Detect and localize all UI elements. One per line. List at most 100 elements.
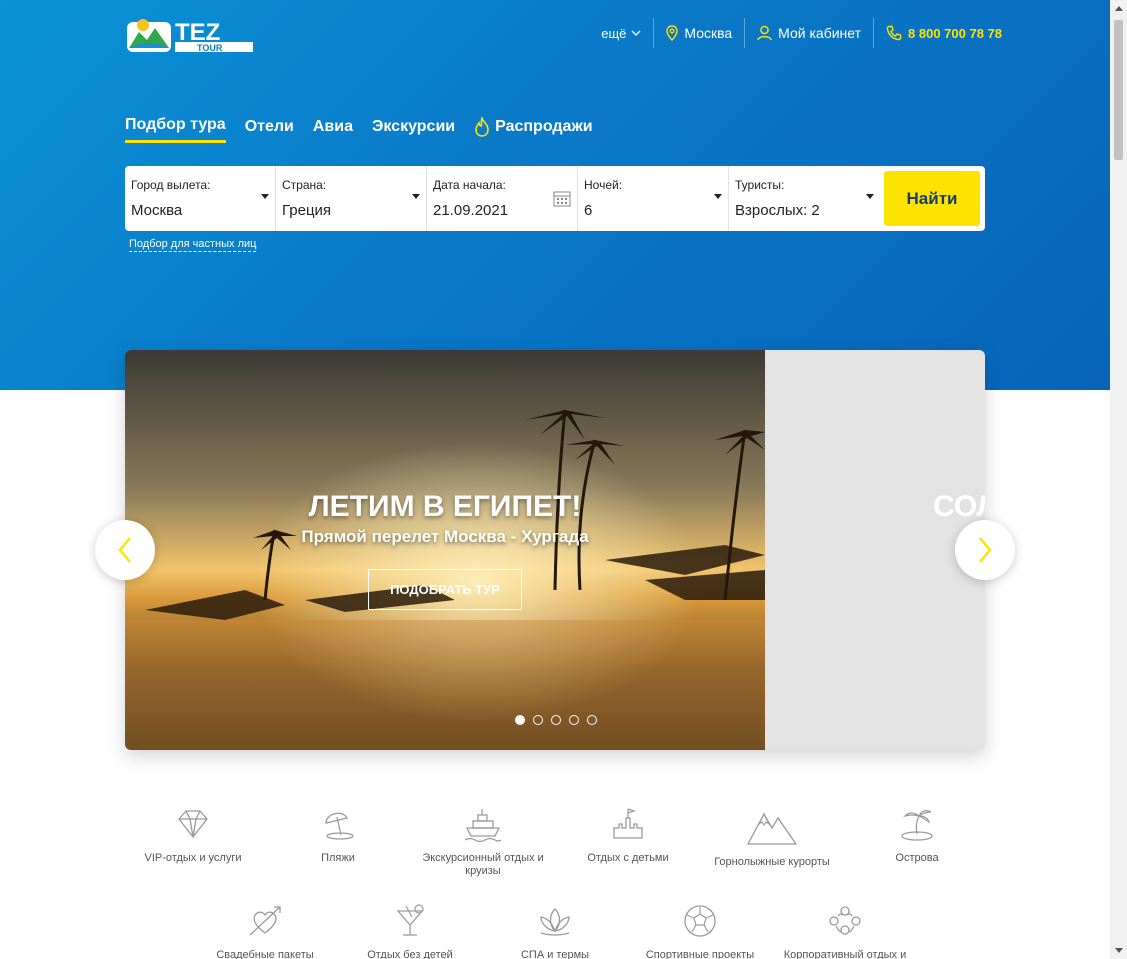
category-spa[interactable]: СПА и термы: [480, 903, 630, 959]
cabinet-link[interactable]: Мой кабинет: [744, 18, 873, 48]
more-label: ещё: [601, 25, 627, 41]
main-tabs: Подбор тура Отели Авиа Экскурсии Распрод…: [125, 116, 612, 143]
category-label: Острова: [895, 852, 939, 864]
field-label: Туристы:: [735, 178, 785, 192]
group-icon: [829, 906, 861, 935]
tab-tour-search[interactable]: Подбор тура: [125, 116, 226, 143]
field-value: Москва: [131, 202, 183, 219]
beach-umbrella-icon: [325, 812, 354, 840]
cocktail-icon: [396, 904, 424, 936]
tab-label: Подбор тура: [125, 116, 226, 133]
slider-dot[interactable]: [515, 715, 525, 725]
city-label: Москва: [684, 25, 733, 41]
dropdown-caret-icon: [866, 194, 874, 199]
category-label: Горнолыжные курорты: [714, 856, 830, 868]
category-kids[interactable]: Отдых с детьми: [553, 806, 703, 865]
category-label: Корпоративный отдых и: [783, 949, 907, 959]
scroll-up-arrow-icon[interactable]: [1115, 6, 1123, 11]
tourists-select[interactable]: Туристы: Взрослых: 2: [729, 166, 880, 231]
category-islands[interactable]: Острова: [842, 806, 992, 865]
slide-subtitle: Прямой перелет Москва - Хургада: [301, 527, 589, 546]
choose-tour-button[interactable]: ПОДОБРАТЬ ТУР: [368, 569, 522, 610]
calendar-icon[interactable]: [553, 189, 571, 207]
chevron-right-icon: [979, 537, 992, 563]
slider-dot[interactable]: [551, 715, 561, 725]
phone-number: 8 800 700 78 78: [908, 25, 1002, 41]
ball-icon: [684, 905, 716, 937]
tab-label: Авиа: [312, 117, 353, 135]
field-label: Дата начала:: [433, 178, 506, 192]
category-label: Экскурсионный отдых и круизы: [422, 852, 544, 877]
category-sport[interactable]: Спортивные проекты: [625, 903, 775, 959]
nights-select[interactable]: Ночей: 6: [578, 166, 729, 231]
tab-avia[interactable]: Авиа: [313, 118, 353, 142]
category-label: VIP-отдых и услуги: [144, 852, 242, 864]
tab-excursions[interactable]: Экскурсии: [372, 118, 455, 142]
cabinet-label: Мой кабинет: [778, 25, 862, 41]
promo-slider: ЛЕТИМ В ЕГИПЕТ! Прямой перелет Москва - …: [125, 350, 985, 750]
category-label: Отдых с детьми: [587, 852, 669, 864]
scroll-thumb[interactable]: [1114, 20, 1123, 160]
lotus-icon: [540, 908, 570, 936]
field-value: 6: [584, 202, 593, 219]
tez-tour-logo[interactable]: TEZ TOUR: [125, 14, 257, 54]
top-nav: ещё Москва Мой кабинет 8 800 700 78 78: [589, 18, 1002, 48]
category-wedding[interactable]: Свадебные пакеты: [190, 903, 340, 959]
category-label: Свадебные пакеты: [216, 949, 314, 959]
field-value: 21.09.2021: [433, 202, 509, 219]
departure-city-select[interactable]: Город вылета: Москва: [125, 166, 276, 231]
diamond-icon: [178, 810, 208, 839]
field-label: Ночей:: [584, 178, 623, 192]
user-icon: [757, 25, 772, 41]
category-label: Спортивные проекты: [645, 949, 755, 959]
tour-search-form: Город вылета: Москва Страна: Греция Дата…: [125, 166, 985, 231]
private-search-link[interactable]: Подбор для частных лиц: [129, 238, 257, 252]
scroll-down-arrow-icon[interactable]: [1115, 948, 1123, 953]
slider-dots: [515, 715, 605, 725]
dropdown-caret-icon: [714, 194, 722, 199]
heart-arrow-icon: [249, 906, 281, 936]
more-menu[interactable]: ещё: [589, 18, 653, 48]
location-pin-icon: [666, 25, 679, 41]
ship-icon: [464, 809, 502, 842]
field-label: Страна:: [282, 178, 327, 192]
slide-title: ЛЕТИМ В ЕГИПЕТ!: [308, 490, 582, 523]
category-ski[interactable]: Горнолыжные курорты: [697, 806, 847, 869]
slider-dot[interactable]: [569, 715, 579, 725]
category-label: Пляжи: [321, 852, 355, 864]
category-excursions-cruises[interactable]: Экскурсионный отдых и круизы: [408, 806, 558, 878]
tab-hotels[interactable]: Отели: [245, 118, 294, 142]
slider-prev-button[interactable]: [95, 520, 155, 580]
slider-dot[interactable]: [533, 715, 543, 725]
next-slide-peek-title: СОЛ: [933, 490, 985, 523]
mountains-icon: [746, 812, 798, 845]
tab-sales[interactable]: Распродажи: [474, 116, 593, 143]
island-icon: [901, 810, 933, 841]
category-corporate[interactable]: Корпоративный отдых и: [770, 903, 920, 959]
flame-icon: [475, 116, 489, 137]
category-label: СПА и термы: [520, 949, 590, 959]
find-button[interactable]: Найти: [884, 171, 980, 226]
egypt-beach-image: [125, 350, 765, 750]
start-date-field[interactable]: Дата начала: 21.09.2021: [427, 166, 578, 231]
category-beaches[interactable]: Пляжи: [263, 806, 413, 865]
category-vip[interactable]: VIP-отдых и услуги: [118, 806, 268, 865]
city-selector[interactable]: Москва: [653, 18, 744, 48]
category-adults-only[interactable]: Отдых без детей: [335, 903, 485, 959]
phone-icon: [886, 25, 902, 41]
chevron-left-icon: [118, 537, 131, 563]
sandcastle-icon: [613, 808, 643, 839]
slider-dot[interactable]: [587, 715, 597, 725]
field-value: Взрослых: 2: [735, 202, 820, 219]
dropdown-caret-icon: [412, 194, 420, 199]
phone-link[interactable]: 8 800 700 78 78: [873, 18, 1002, 48]
field-label: Город вылета:: [131, 178, 211, 192]
tab-label: Распродажи: [495, 117, 593, 135]
page-scrollbar[interactable]: [1110, 0, 1127, 959]
svg-text:TEZ: TEZ: [175, 19, 220, 46]
field-value: Греция: [282, 202, 332, 219]
dropdown-caret-icon: [261, 194, 269, 199]
svg-text:TOUR: TOUR: [197, 43, 223, 53]
slider-next-button[interactable]: [955, 520, 1015, 580]
country-select[interactable]: Страна: Греция: [276, 166, 427, 231]
